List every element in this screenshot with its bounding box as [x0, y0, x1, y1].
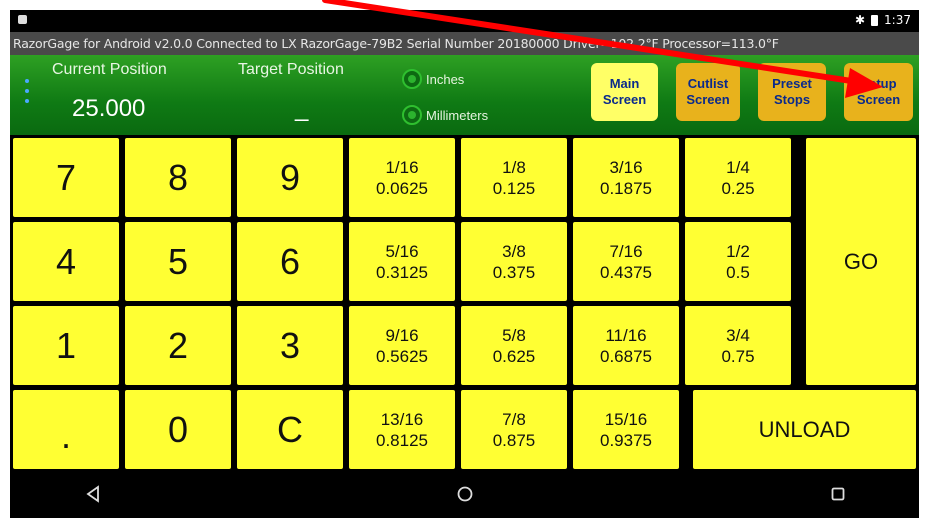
key-fraction-13-16[interactable]: 13/16 0.8125: [349, 390, 455, 469]
android-device-screen: ✱ 1:37 RazorGage for Android v2.0.0 Conn…: [10, 10, 919, 518]
key-fraction-11-16[interactable]: 11/16 0.6875: [573, 306, 679, 385]
preset-stops-button[interactable]: Preset Stops: [758, 63, 826, 121]
millimeters-label: Millimeters: [426, 107, 489, 123]
key-fraction-3-4[interactable]: 3/4 0.75: [685, 306, 791, 385]
unload-button[interactable]: UNLOAD: [693, 390, 916, 469]
key-7[interactable]: 7: [13, 138, 119, 217]
fraction-label: 11/16: [605, 325, 647, 345]
cutlist-screen-button[interactable]: Cutlist Screen: [676, 63, 740, 121]
key-fraction-7-16[interactable]: 7/16 0.4375: [573, 222, 679, 301]
fraction-label: 3/16: [609, 157, 643, 177]
fraction-label: 15/16: [604, 409, 648, 429]
main-line2: Screen: [602, 92, 647, 107]
fraction-label: 1/16: [385, 157, 419, 177]
fraction-label: 3/4: [726, 325, 750, 345]
setup-screen-button[interactable]: Setup Screen: [844, 63, 913, 121]
target-position-label: Target Position: [238, 61, 344, 78]
key-3[interactable]: 3: [237, 306, 343, 385]
radio-icon: [402, 69, 422, 89]
inches-radio[interactable]: Inches: [402, 69, 464, 89]
setup-line2: Screen: [856, 92, 901, 107]
target-position-input[interactable]: _: [295, 95, 308, 123]
preset-line2: Stops: [773, 92, 811, 107]
key-4[interactable]: 4: [13, 222, 119, 301]
radio-icon: [402, 105, 422, 125]
fraction-label: 5/8: [502, 325, 526, 345]
decimal-label: 0.4375: [600, 262, 652, 282]
key-fraction-3-8[interactable]: 3/8 0.375: [461, 222, 567, 301]
fraction-label: 1/4: [726, 157, 750, 177]
decimal-label: 0.3125: [376, 262, 428, 282]
key-decimal-point[interactable]: .: [13, 390, 119, 469]
key-fraction-3-16[interactable]: 3/16 0.1875: [573, 138, 679, 217]
fraction-label: 5/16: [385, 241, 419, 261]
battery-icon: [871, 14, 879, 26]
key-fraction-1-2[interactable]: 1/2 0.5: [685, 222, 791, 301]
fraction-label: 7/8: [502, 409, 526, 429]
millimeters-radio[interactable]: Millimeters: [402, 105, 488, 125]
decimal-label: 0.25: [721, 178, 755, 198]
key-fraction-1-4[interactable]: 1/4 0.25: [685, 138, 791, 217]
decimal-label: 0.5625: [376, 346, 428, 366]
decimal-label: 0.125: [492, 178, 536, 198]
connection-info-bar: RazorGage for Android v2.0.0 Connected t…: [10, 32, 919, 55]
decimal-label: 0.5: [726, 262, 750, 282]
main-screen-button[interactable]: Main Screen: [591, 63, 658, 121]
fraction-label: 3/8: [502, 241, 526, 261]
key-fraction-9-16[interactable]: 9/16 0.5625: [349, 306, 455, 385]
key-clear[interactable]: C: [237, 390, 343, 469]
recents-square-icon[interactable]: [830, 485, 846, 503]
key-fraction-1-8[interactable]: 1/8 0.125: [461, 138, 567, 217]
setup-line1: Setup: [860, 76, 897, 91]
status-time: 1:37: [884, 13, 911, 27]
current-position-label: Current Position: [52, 61, 167, 78]
key-1[interactable]: 1: [13, 306, 119, 385]
position-header: Current Position 25.000 Target Position …: [10, 55, 919, 135]
keypad: 7 8 9 1/16 0.0625 1/8 0.125 3/16 0.1875 1/4…: [10, 135, 919, 473]
decimal-label: 0.6875: [600, 346, 652, 366]
decimal-label: 0.75: [721, 346, 755, 366]
key-fraction-7-8[interactable]: 7/8 0.875: [461, 390, 567, 469]
bluetooth-icon: ✱: [854, 13, 866, 27]
main-line1: Main: [609, 76, 640, 91]
preset-line1: Preset: [772, 76, 812, 91]
decimal-label: 0.9375: [600, 430, 652, 450]
decimal-label: 0.0625: [376, 178, 428, 198]
notification-icon: [18, 15, 27, 24]
cutlist-line1: Cutlist: [687, 76, 729, 91]
fraction-label: 9/16: [385, 325, 419, 345]
key-0[interactable]: 0: [125, 390, 231, 469]
key-5[interactable]: 5: [125, 222, 231, 301]
fraction-label: 1/2: [726, 241, 750, 261]
key-fraction-1-16[interactable]: 1/16 0.0625: [349, 138, 455, 217]
key-fraction-5-8[interactable]: 5/8 0.625: [461, 306, 567, 385]
key-fraction-5-16[interactable]: 5/16 0.3125: [349, 222, 455, 301]
home-circle-icon[interactable]: [456, 485, 474, 503]
decimal-label: 0.8125: [376, 430, 428, 450]
overflow-menu-icon[interactable]: [25, 79, 29, 103]
current-position-value: 25.000: [72, 95, 146, 122]
inches-label: Inches: [426, 71, 465, 87]
key-2[interactable]: 2: [125, 306, 231, 385]
decimal-label: 0.875: [492, 430, 536, 450]
key-6[interactable]: 6: [237, 222, 343, 301]
status-bar: ✱ 1:37: [10, 10, 919, 32]
decimal-label: 0.1875: [600, 178, 652, 198]
cutlist-line2: Screen: [686, 92, 730, 107]
decimal-label: 0.625: [492, 346, 536, 366]
fraction-label: 1/8: [502, 157, 526, 177]
android-nav-bar: [10, 473, 919, 518]
key-9[interactable]: 9: [237, 138, 343, 217]
key-fraction-15-16[interactable]: 15/16 0.9375: [573, 390, 679, 469]
back-triangle-icon[interactable]: [85, 485, 101, 503]
fraction-label: 7/16: [609, 241, 643, 261]
fraction-label: 13/16: [380, 409, 424, 429]
key-8[interactable]: 8: [125, 138, 231, 217]
decimal-label: 0.375: [492, 262, 536, 282]
go-button[interactable]: GO: [806, 138, 916, 385]
